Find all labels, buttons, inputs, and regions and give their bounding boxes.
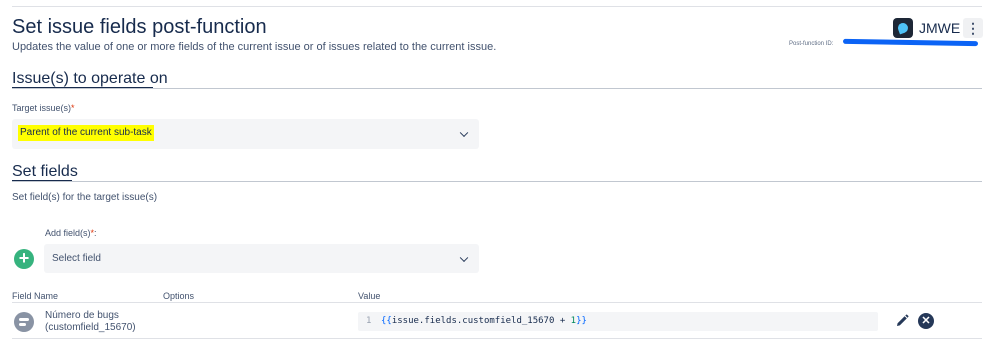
target-issues-select[interactable]: Parent of the current sub-task — [12, 119, 479, 149]
target-issues-value-text: Parent of the current sub-task — [18, 125, 154, 141]
issues-section-underline — [12, 87, 153, 88]
post-function-id-redacted — [842, 38, 979, 47]
field-id: (customfield_15670) — [45, 322, 136, 333]
table-header-divider — [12, 302, 982, 303]
top-divider — [12, 6, 982, 7]
select-field-dropdown[interactable]: Select field — [44, 244, 479, 273]
page-subtitle: Updates the value of one or more fields … — [12, 41, 497, 53]
add-fields-label: Add field(s)*: — [45, 228, 97, 238]
pencil-icon — [897, 314, 909, 326]
code-expression: issue.fields.customfield_15670 + — [391, 316, 571, 326]
edit-button[interactable] — [894, 313, 910, 329]
remove-button[interactable]: ✕ — [918, 313, 934, 329]
add-fields-label-colon: : — [94, 228, 97, 238]
field-name: Número de bugs — [45, 310, 119, 321]
more-options-button[interactable]: ⋮ — [963, 18, 983, 38]
close-circle-icon: ✕ — [921, 315, 931, 327]
fields-section-heading: Set fields — [12, 163, 78, 180]
fields-section-rule — [12, 181, 982, 182]
code-value: {{issue.fields.customfield_15670 + 1}} — [381, 316, 587, 326]
issues-section-heading: Issue(s) to operate on — [12, 70, 168, 87]
target-issues-label-text: Target issue(s) — [12, 103, 72, 113]
jmwe-logo-icon — [893, 18, 913, 38]
issues-section-rule — [12, 88, 982, 89]
field-type-icon — [14, 312, 34, 332]
post-function-id-label: Post-function ID: — [789, 41, 834, 47]
add-field-button[interactable]: + — [14, 249, 34, 269]
target-issues-value: Parent of the current sub-task — [18, 125, 154, 141]
required-marker: * — [71, 103, 75, 113]
target-issues-label: Target issue(s)* — [12, 103, 75, 113]
fields-section-underline — [12, 180, 72, 181]
app-name: JMWE — [919, 20, 961, 36]
fields-section-description: Set field(s) for the target issue(s) — [12, 192, 158, 203]
table-bottom-divider — [12, 338, 982, 339]
value-code-editor[interactable]: 1 {{issue.fields.customfield_15670 + 1}} — [358, 312, 878, 331]
select-field-placeholder: Select field — [52, 253, 101, 264]
code-open-brace: {{ — [381, 316, 392, 326]
app-badge: JMWE — [893, 18, 960, 38]
chevron-down-icon — [459, 253, 469, 262]
code-close-brace: }} — [576, 316, 587, 326]
column-header-value: Value — [358, 291, 381, 301]
column-header-field-name: Field Name — [12, 291, 59, 301]
add-fields-label-text: Add field(s) — [45, 228, 91, 238]
column-header-options: Options — [163, 291, 195, 301]
chevron-down-icon — [459, 128, 469, 138]
code-line-number: 1 — [366, 316, 372, 326]
page-title: Set issue fields post-function — [12, 16, 267, 38]
